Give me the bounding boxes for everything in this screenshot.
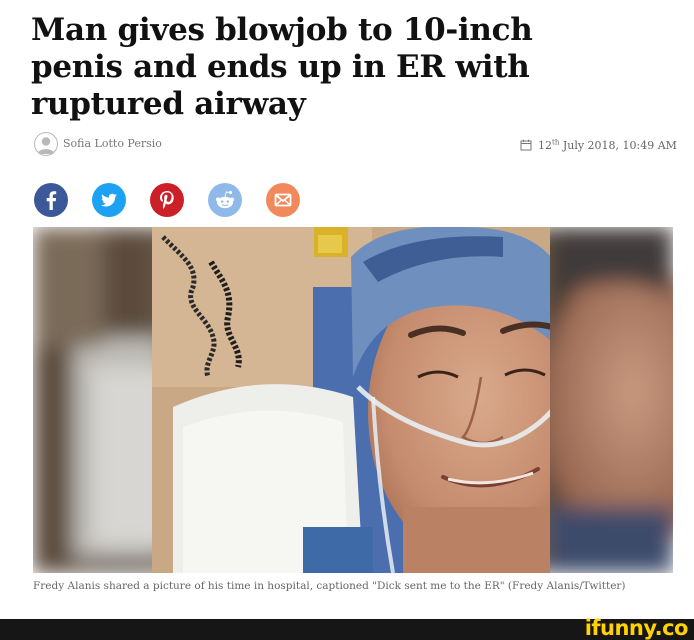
reddit-share-button[interactable] (208, 183, 242, 217)
facebook-share-button[interactable] (34, 183, 68, 217)
share-bar (34, 183, 334, 217)
twitter-icon (101, 193, 117, 207)
photo-caption: Fredy Alanis shared a picture of his tim… (33, 580, 626, 592)
author-name[interactable]: Sofia Lotto Persio (63, 137, 162, 150)
hospital-selfie-image (33, 227, 673, 573)
author-avatar-icon[interactable] (34, 132, 58, 156)
article-photo (33, 227, 673, 573)
email-share-button[interactable] (266, 183, 300, 217)
article-headline: Man gives blowjob to 10-inch penis and e… (31, 12, 533, 122)
byline: Sofia Lotto Persio 12th July 2018, 10:49… (34, 132, 677, 158)
date-rest: July 2018, 10:49 AM (559, 138, 677, 152)
pinterest-icon (160, 191, 174, 209)
watermark-bar: ifunny.co (0, 616, 694, 640)
reddit-icon (216, 190, 234, 209)
calendar-icon (520, 139, 532, 154)
date-text: 12th July 2018, 10:49 AM (538, 138, 677, 152)
email-icon (274, 193, 292, 207)
publish-date: 12th July 2018, 10:49 AM (520, 138, 677, 154)
pinterest-share-button[interactable] (150, 183, 184, 217)
date-day: 12 (538, 138, 552, 152)
twitter-share-button[interactable] (92, 183, 126, 217)
ifunny-watermark-logo[interactable]: ifunny.co (585, 616, 689, 640)
facebook-icon (46, 191, 57, 210)
